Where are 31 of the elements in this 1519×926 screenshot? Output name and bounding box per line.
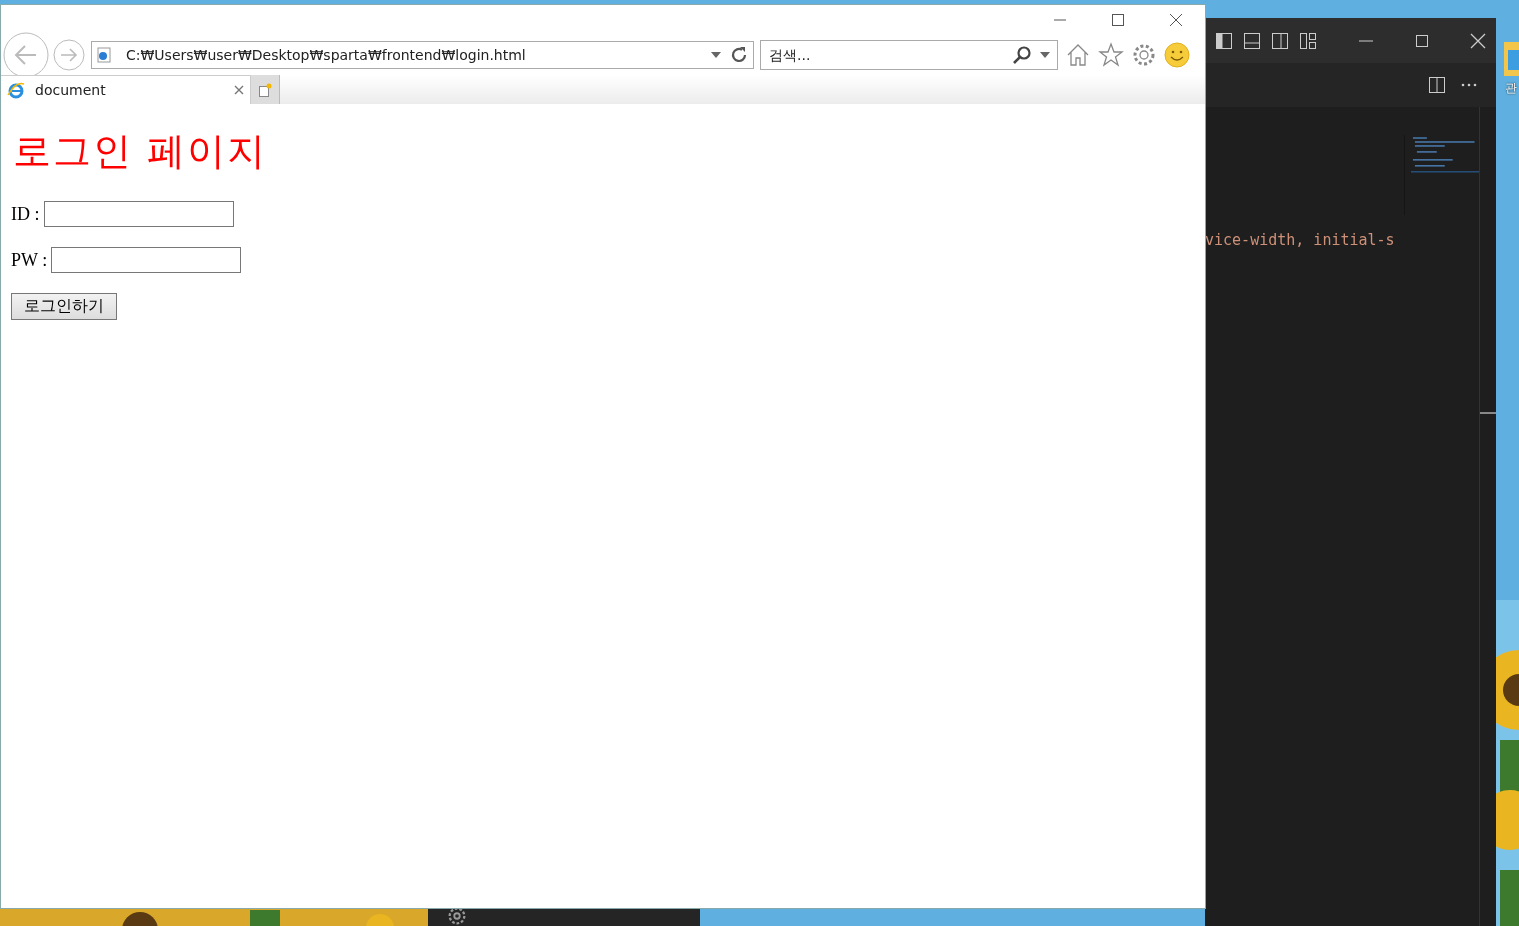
search-icon[interactable] [1012, 45, 1032, 65]
grid-layout-icon[interactable] [1299, 31, 1317, 50]
maximize-icon[interactable] [1110, 12, 1126, 28]
address-bar[interactable]: C:₩Users₩user₩Desktop₩sparta₩frontend₩login.html [91, 41, 754, 69]
sidebar-layout-icon[interactable] [1215, 31, 1233, 50]
split-layout-icon[interactable] [1271, 31, 1289, 50]
search-field[interactable]: 검색... [760, 40, 1058, 70]
input-field[interactable] [51, 247, 242, 273]
field-label: ID : [11, 203, 40, 225]
star-icon[interactable] [1098, 42, 1124, 68]
smiley-icon[interactable] [1164, 42, 1190, 68]
browser-tab[interactable]: document [1, 75, 251, 104]
close-icon[interactable] [1168, 12, 1184, 28]
dropdown-icon[interactable] [711, 52, 721, 58]
maximize-icon[interactable] [1414, 32, 1430, 49]
browser-logo-icon [7, 81, 25, 99]
refresh-icon[interactable] [729, 45, 749, 65]
input-field[interactable] [43, 201, 234, 227]
new-tab-button[interactable] [251, 75, 280, 104]
dropdown-icon[interactable] [1040, 52, 1050, 58]
split-editor-icon[interactable] [1428, 76, 1446, 94]
close-icon[interactable] [234, 85, 244, 95]
scrollbar-thumb[interactable] [1480, 412, 1497, 414]
login-button[interactable]: 로그인하기 [11, 293, 117, 320]
page-icon [96, 47, 112, 63]
field-label: PW : [11, 249, 48, 271]
panel-layout-icon[interactable] [1243, 31, 1261, 50]
home-icon[interactable] [1065, 42, 1091, 68]
page-heading: 로그인 페이지 [13, 128, 269, 175]
new-tab-icon [258, 82, 272, 97]
code-line: vice-width, initial-s [1205, 231, 1396, 249]
